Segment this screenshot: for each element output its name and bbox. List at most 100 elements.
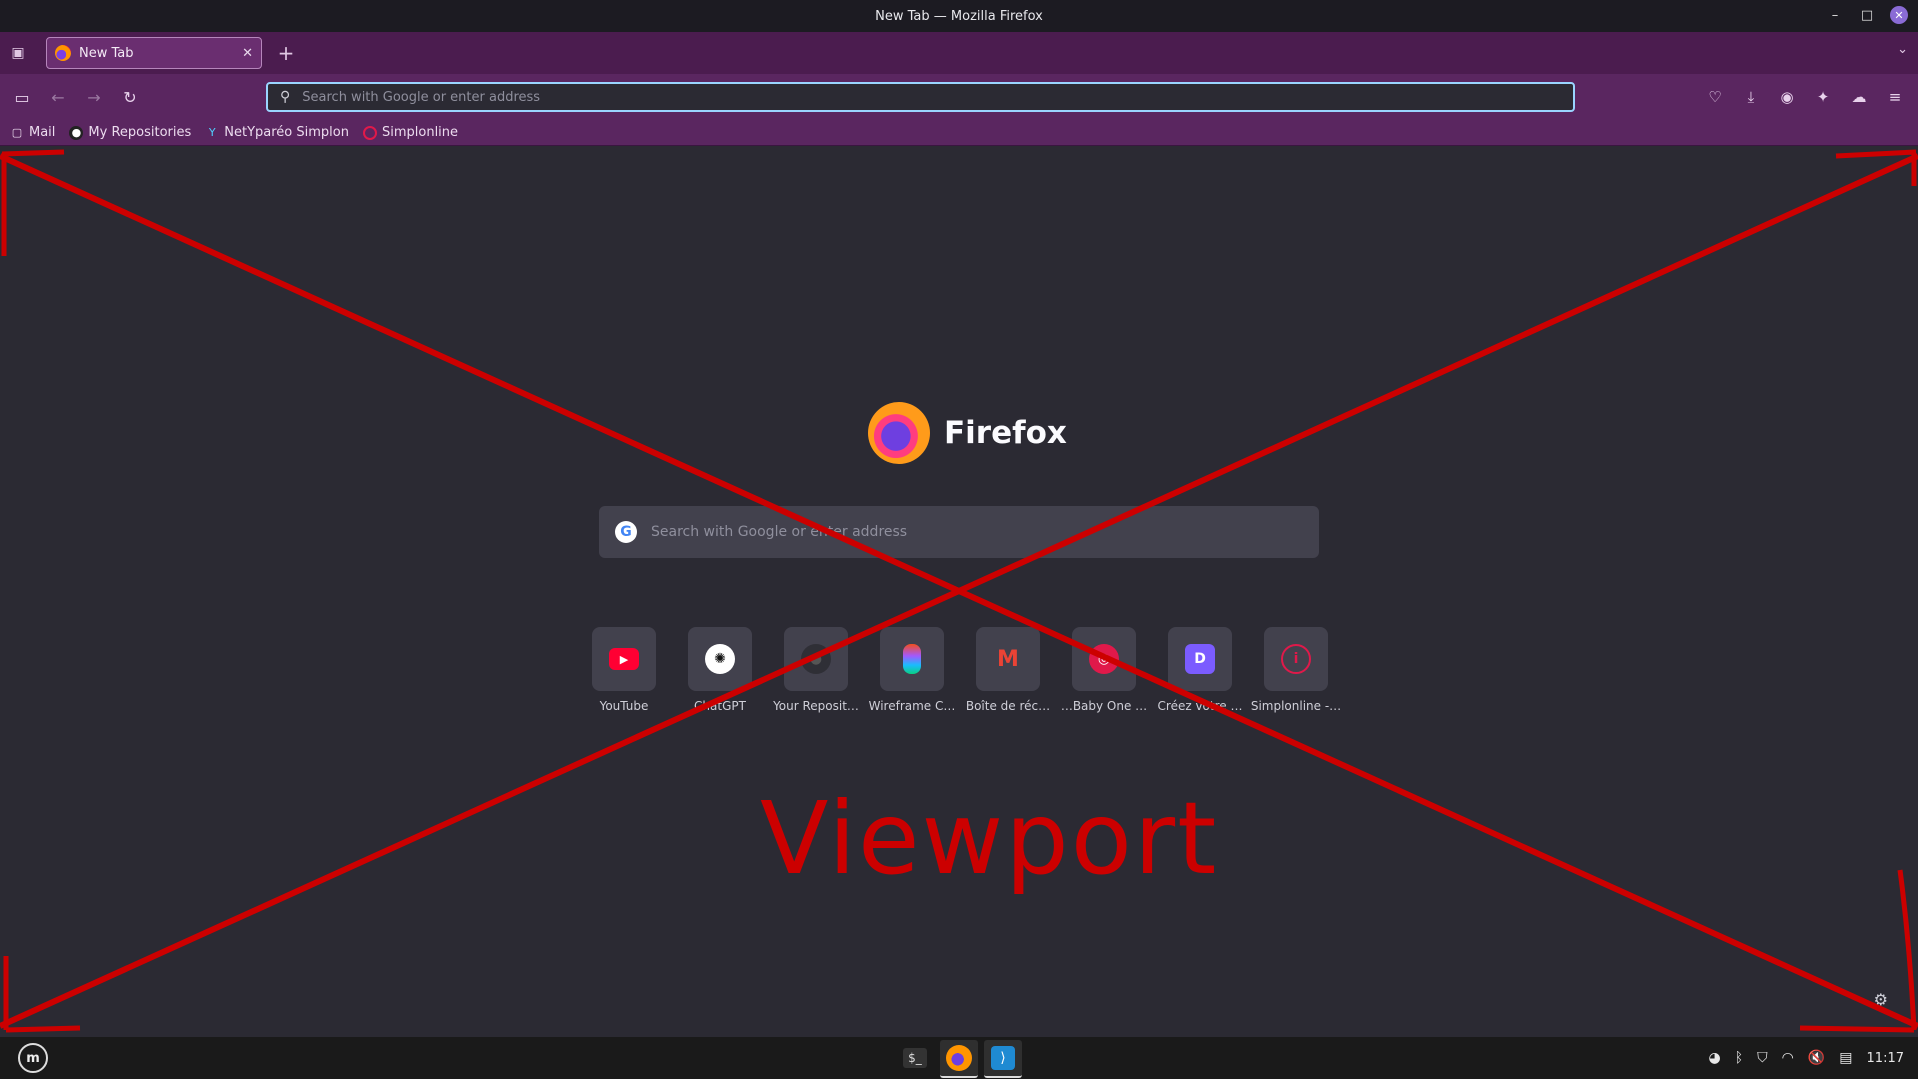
bookmark-simplonline[interactable]: Simplonline (362, 125, 459, 140)
shield-icon[interactable]: ⛉ (1757, 1050, 1768, 1066)
netypareo-icon: Y (208, 126, 216, 139)
pocket-icon[interactable]: ♡ (1698, 79, 1732, 115)
minimize-icon[interactable]: – (1826, 6, 1844, 24)
toolbar-actions: ♡ ⤓ ◉ ✦ ☁ ≡ (1698, 79, 1912, 115)
close-window-icon[interactable]: ✕ (1890, 6, 1908, 24)
newtab-search-placeholder: Search with Google or enter address (651, 524, 908, 540)
taskbar-apps: $_ ⟩ (896, 1040, 1022, 1078)
menu-icon[interactable]: ≡ (1878, 79, 1912, 115)
top-site-label: ChatGPT (694, 699, 746, 713)
top-site-simplonline[interactable]: i Simplonline -… (1251, 627, 1341, 713)
tab-new-tab[interactable]: New Tab ✕ (46, 37, 262, 69)
extensions-icon[interactable]: ✦ (1806, 79, 1840, 115)
window-controls: – □ ✕ (1826, 6, 1908, 24)
bookmark-label: NetYparéo Simplon (224, 125, 349, 140)
firefox-app-icon[interactable] (940, 1040, 978, 1078)
top-site-wireframe[interactable]: Wireframe C… (869, 627, 955, 713)
top-site-label: Créez votre … (1157, 699, 1243, 713)
top-site-tile: ▶ (592, 627, 656, 691)
simplon-icon: ◎ (1089, 644, 1119, 674)
gmail-icon: M (997, 646, 1019, 672)
top-site-tile: ✺ (688, 627, 752, 691)
top-site-gmail[interactable]: M Boîte de réc… (966, 627, 1050, 713)
navigation-toolbar: ▭ ← → ↻ ⚲ ♡ ⤓ ◉ ✦ ☁ ≡ (0, 74, 1918, 120)
figma-icon (903, 644, 921, 674)
bookmark-label: My Repositories (88, 125, 192, 140)
top-site-label: Simplonline -… (1250, 699, 1342, 713)
top-site-tile: ● (784, 627, 848, 691)
top-site-repositories[interactable]: ● Your Reposit… (773, 627, 859, 713)
list-all-tabs-icon[interactable]: ⌄ (1897, 42, 1908, 57)
youtube-icon: ▶ (609, 648, 639, 670)
top-site-creez-votre[interactable]: D Créez votre … (1158, 627, 1242, 713)
extension-addon-icon[interactable]: ☁ (1842, 79, 1876, 115)
address-bar[interactable]: ⚲ (266, 82, 1575, 112)
terminal-app-icon[interactable]: $_ (896, 1040, 934, 1076)
clock[interactable]: 11:17 (1867, 1051, 1904, 1066)
address-input[interactable] (300, 88, 1573, 106)
firefox-wordmark: Firefox (944, 415, 1067, 451)
top-site-label: Wireframe C… (868, 699, 956, 713)
bookmark-label: Simplonline (381, 125, 459, 140)
back-button[interactable]: ← (40, 79, 76, 115)
top-site-tile (880, 627, 944, 691)
top-site-tile: D (1168, 627, 1232, 691)
wifi-icon[interactable]: ◠ (1782, 1050, 1794, 1066)
top-site-label: …Baby One … (1060, 699, 1148, 713)
newtab-search-box[interactable]: G Search with Google or enter address (599, 506, 1319, 558)
firefox-view-icon[interactable]: ▣ (0, 32, 36, 74)
top-site-label: YouTube (599, 699, 649, 713)
github-icon: ● (69, 125, 84, 140)
google-icon: G (615, 521, 637, 543)
vscode-app-icon[interactable]: ⟩ (984, 1040, 1022, 1078)
downloads-icon[interactable]: ⤓ (1734, 79, 1768, 115)
customize-gear-icon[interactable]: ⚙ (1874, 990, 1888, 1009)
vscode-icon: ⟩ (991, 1046, 1015, 1070)
bookmark-netypareo[interactable]: Y NetYparéo Simplon (205, 125, 349, 140)
top-site-tile: ◎ (1072, 627, 1136, 691)
window-title: New Tab — Mozilla Firefox (875, 8, 1043, 24)
firefox-icon (946, 1045, 972, 1071)
top-site-tile: i (1264, 627, 1328, 691)
top-site-baby-one[interactable]: ◎ …Baby One … (1061, 627, 1147, 713)
top-site-youtube[interactable]: ▶ YouTube (585, 627, 663, 713)
search-icon: ⚲ (280, 89, 291, 105)
github-icon: ● (801, 644, 831, 674)
close-tab-icon[interactable]: ✕ (242, 46, 253, 61)
annotation-viewport-label: Viewport (760, 780, 1219, 897)
bookmarks-toolbar: ▢ Mail ● My Repositories Y NetYparéo Sim… (0, 120, 1918, 146)
account-icon[interactable]: ◉ (1770, 79, 1804, 115)
sidebar-icon[interactable]: ▭ (4, 79, 40, 115)
firefox-logo-icon (868, 402, 930, 464)
bluetooth-icon[interactable]: ᛒ (1735, 1050, 1743, 1066)
reload-button[interactable]: ↻ (112, 79, 148, 115)
start-menu-icon[interactable]: m (18, 1043, 48, 1073)
brand-icon: D (1185, 644, 1215, 674)
folder-icon: ▢ (11, 126, 23, 139)
tab-label: New Tab (79, 45, 134, 61)
os-taskbar: m $_ ⟩ ◕ ᛒ ⛉ ◠ 🔇 ▤ 11:17 (0, 1037, 1918, 1079)
clipboard-icon[interactable]: ▤ (1839, 1050, 1852, 1066)
tab-bar: ▣ New Tab ✕ + ⌄ (0, 32, 1918, 74)
window-titlebar: New Tab — Mozilla Firefox – □ ✕ (0, 0, 1918, 32)
bookmark-mail[interactable]: ▢ Mail (10, 125, 56, 140)
simplonline-icon (362, 125, 377, 140)
simplonline-icon: i (1281, 644, 1311, 674)
discord-icon[interactable]: ◕ (1709, 1050, 1721, 1066)
maximize-icon[interactable]: □ (1858, 6, 1876, 24)
bookmark-my-repositories[interactable]: ● My Repositories (69, 125, 191, 140)
top-site-chatgpt[interactable]: ✺ ChatGPT (681, 627, 759, 713)
forward-button[interactable]: → (76, 79, 112, 115)
top-sites: ▶ YouTube ✺ ChatGPT ● Your Reposit… Wire… (585, 627, 1341, 713)
system-tray: ◕ ᛒ ⛉ ◠ 🔇 ▤ 11:17 (1709, 1037, 1904, 1079)
chatgpt-icon: ✺ (705, 644, 735, 674)
bookmark-label: Mail (29, 125, 56, 140)
new-tab-page (0, 146, 1918, 1037)
firefox-logo: Firefox (868, 402, 1067, 464)
terminal-icon: $_ (903, 1048, 927, 1068)
top-site-label: Boîte de réc… (965, 699, 1051, 713)
volume-muted-icon[interactable]: 🔇 (1808, 1050, 1825, 1066)
top-site-label: Your Reposit… (773, 699, 859, 713)
firefox-favicon-icon (55, 45, 71, 61)
new-tab-button[interactable]: + (274, 41, 298, 65)
